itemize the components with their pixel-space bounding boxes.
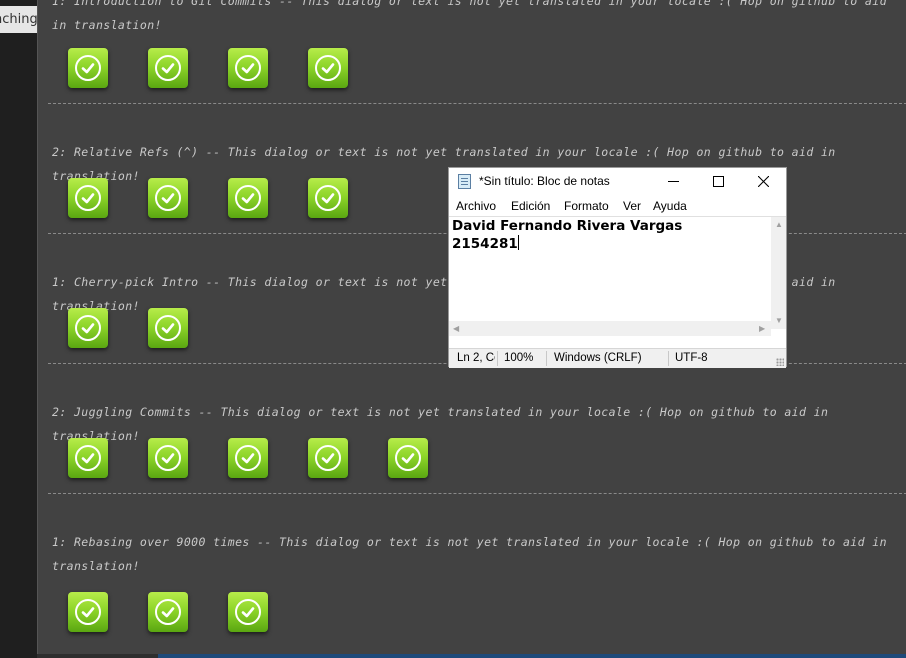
check-circle-icon — [75, 599, 101, 625]
check-circle-icon — [75, 55, 101, 81]
minimize-icon — [668, 181, 679, 182]
background-browser-tab[interactable]: nching — [0, 6, 37, 33]
scroll-left-icon[interactable]: ◀ — [453, 325, 459, 333]
status-separator — [546, 351, 547, 366]
menu-ver[interactable]: Ver — [623, 199, 641, 213]
section-title: 1: Introduction to Git Commits -- This d… — [52, 0, 887, 32]
level-button[interactable] — [148, 48, 188, 88]
level-button[interactable] — [68, 438, 108, 478]
maximize-icon — [713, 176, 724, 187]
notepad-statusbar: Ln 2, Col 8 100% Windows (CRLF) UTF-8 — [449, 348, 786, 368]
menu-archivo[interactable]: Archivo — [456, 199, 496, 213]
minimize-button[interactable] — [651, 168, 696, 195]
check-circle-icon — [75, 315, 101, 341]
level-button[interactable] — [68, 592, 108, 632]
level-button[interactable] — [148, 308, 188, 348]
notepad-icon — [458, 174, 471, 189]
menu-ayuda[interactable]: Ayuda — [653, 199, 687, 213]
status-position: Ln 2, Col 8 — [457, 352, 495, 364]
check-circle-icon — [155, 185, 181, 211]
background-taskbar-edge — [158, 654, 906, 658]
check-circle-icon — [235, 599, 261, 625]
resize-grip-icon[interactable] — [776, 358, 784, 366]
check-circle-icon — [315, 445, 341, 471]
level-button[interactable] — [68, 48, 108, 88]
left-background-strip — [0, 0, 37, 658]
check-circle-icon — [395, 445, 421, 471]
text-line-2: 2154281 — [452, 236, 518, 252]
section-divider — [48, 493, 906, 494]
status-line-endings: Windows (CRLF) — [554, 352, 642, 364]
scroll-up-icon[interactable]: ▲ — [775, 221, 783, 229]
background-tab-label: nching — [0, 12, 37, 27]
maximize-button[interactable] — [696, 168, 741, 195]
check-circle-icon — [75, 185, 101, 211]
menu-edicion[interactable]: Edición — [511, 199, 550, 213]
level-button[interactable] — [228, 438, 268, 478]
vertical-scrollbar[interactable]: ▲ ▼ — [771, 217, 786, 329]
text-line-1: David Fernando Rivera Vargas — [452, 218, 683, 234]
notepad-title: *Sin título: Bloc de notas — [479, 174, 610, 188]
status-separator — [497, 351, 498, 366]
notepad-text-area[interactable]: David Fernando Rivera Vargas 2154281 ▲ ▼… — [449, 216, 786, 336]
level-button[interactable] — [68, 308, 108, 348]
notepad-window[interactable]: *Sin título: Bloc de notas Archivo Edici… — [448, 167, 787, 368]
text-caret — [517, 235, 519, 250]
notepad-menubar: Archivo Edición Formato Ver Ayuda — [449, 196, 786, 216]
status-encoding: UTF-8 — [675, 352, 708, 364]
level-button[interactable] — [228, 178, 268, 218]
scroll-right-icon[interactable]: ▶ — [759, 325, 765, 333]
level-button[interactable] — [148, 592, 188, 632]
status-separator — [668, 351, 669, 366]
level-button[interactable] — [228, 592, 268, 632]
level-button[interactable] — [148, 178, 188, 218]
level-button[interactable] — [388, 438, 428, 478]
level-button[interactable] — [68, 178, 108, 218]
level-button[interactable] — [308, 48, 348, 88]
close-button[interactable] — [741, 168, 786, 195]
check-circle-icon — [155, 55, 181, 81]
level-button[interactable] — [308, 178, 348, 218]
check-circle-icon — [155, 445, 181, 471]
check-circle-icon — [315, 55, 341, 81]
scroll-down-icon[interactable]: ▼ — [775, 317, 783, 325]
close-icon — [758, 176, 769, 187]
check-circle-icon — [235, 55, 261, 81]
level-button[interactable] — [228, 48, 268, 88]
check-circle-icon — [235, 185, 261, 211]
notepad-text: David Fernando Rivera Vargas 2154281 — [452, 218, 682, 253]
section-divider — [48, 103, 906, 104]
level-button[interactable] — [148, 438, 188, 478]
menu-formato[interactable]: Formato — [564, 199, 609, 213]
check-circle-icon — [235, 445, 261, 471]
notepad-titlebar[interactable]: *Sin título: Bloc de notas — [449, 168, 786, 195]
check-circle-icon — [155, 599, 181, 625]
status-zoom: 100% — [504, 352, 534, 364]
horizontal-scrollbar[interactable]: ◀ ▶ — [449, 321, 771, 336]
check-circle-icon — [75, 445, 101, 471]
section-title: 1: Rebasing over 9000 times -- This dial… — [52, 535, 887, 573]
check-circle-icon — [155, 315, 181, 341]
check-circle-icon — [315, 185, 341, 211]
level-button[interactable] — [308, 438, 348, 478]
